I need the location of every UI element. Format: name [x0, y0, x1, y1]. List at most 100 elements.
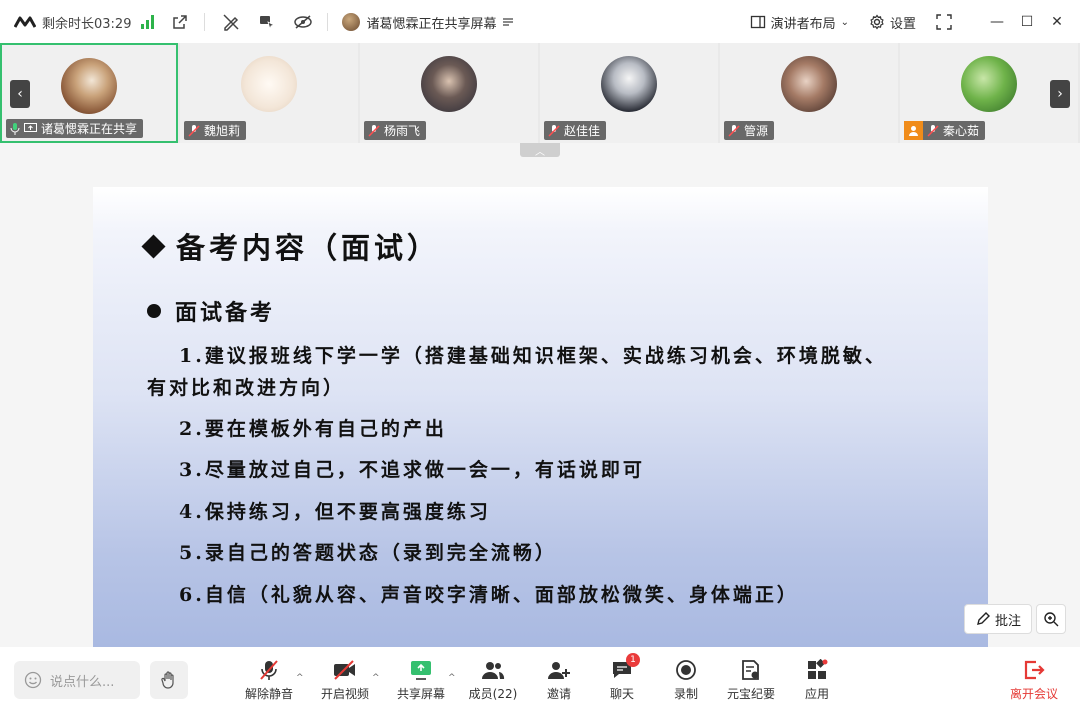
video-off-icon: [333, 659, 357, 681]
slide-item: 1.建议报班线下学一学（搭建基础知识框架、实战练习机会、环境脱敏、: [179, 345, 887, 367]
slide-item: 4.保持练习，但不要高强度练习: [179, 501, 491, 523]
share-label: 共享屏幕: [396, 687, 445, 701]
bullet-icon: [147, 304, 161, 318]
screen-share-icon: [24, 123, 37, 132]
record-label: 录制: [673, 687, 698, 701]
mic-off-icon: [188, 124, 200, 137]
next-participants-button[interactable]: ›: [1050, 80, 1070, 108]
chevron-up-icon[interactable]: ^: [372, 673, 380, 683]
shared-screen: 备考内容（面试） 面试备考 1.建议报班线下学一学（搭建基础知识框架、实战练习机…: [0, 143, 1080, 647]
ai-notes-icon: [739, 659, 763, 681]
apps-button[interactable]: 应用: [782, 659, 852, 705]
record-button[interactable]: 录制: [651, 659, 721, 705]
gear-icon: [870, 14, 884, 30]
avatar: [781, 56, 837, 112]
leave-meeting-button[interactable]: 离开会议: [999, 659, 1069, 705]
divider: [204, 13, 206, 31]
video-label: 开启视频: [320, 687, 369, 701]
members-button[interactable]: 成员(22): [458, 659, 528, 705]
chevron-right-icon: ›: [1057, 86, 1063, 102]
yuanbao-notes-button[interactable]: 元宝纪要: [716, 659, 786, 705]
slide-subtitle-text: 面试备考: [175, 300, 276, 326]
raise-hand-icon: [161, 671, 174, 689]
share-screen-icon: [409, 659, 433, 681]
prev-participants-button[interactable]: ‹: [10, 80, 30, 108]
mic-off-icon: [728, 124, 740, 137]
chat-label: 聊天: [609, 687, 634, 701]
close-window-button[interactable]: ✕: [1042, 0, 1072, 44]
collapse-strip-button[interactable]: ︿: [520, 143, 560, 158]
mic-off-icon: [548, 124, 560, 137]
presentation-slide: 备考内容（面试） 面试备考 1.建议报班线下学一学（搭建基础知识框架、实战练习机…: [93, 187, 988, 647]
network-signal-icon[interactable]: [141, 15, 155, 29]
chat-button[interactable]: 1 聊天: [587, 653, 657, 705]
participant-strip: 诸葛愢霖正在共享 魏旭莉 杨雨飞 赵佳佳 管源 秦心茹 ‹ ›: [0, 43, 1080, 143]
quick-chat-input[interactable]: 说点什么...: [14, 661, 140, 699]
slide-item: 3.尽量放过自己，不追求做一会一，有话说即可: [179, 459, 645, 481]
menu-lines-icon: [503, 18, 514, 26]
zoom-in-icon: [1044, 612, 1059, 627]
unmute-button[interactable]: 解除静音: [234, 659, 304, 705]
chevron-down-icon: ⌄: [840, 16, 849, 28]
annotate-label: 批注: [994, 613, 1021, 629]
hide-icon[interactable]: [293, 12, 313, 32]
chat-badge: 1: [626, 653, 640, 667]
participant-name: 秦心茹: [943, 124, 980, 138]
apps-label: 应用: [804, 687, 829, 701]
layout-button[interactable]: 演讲者布局 ⌄: [750, 13, 849, 32]
layout-icon: [750, 15, 765, 29]
exit-icon: [1022, 659, 1046, 681]
divider: [327, 13, 329, 31]
slide-item: 2.要在模板外有自己的产出: [179, 418, 447, 440]
unmute-label: 解除静音: [244, 687, 293, 701]
participant-name: 杨雨飞: [384, 124, 421, 138]
participant-name: 诸葛愢霖正在共享: [41, 122, 138, 136]
participant-tile[interactable]: 魏旭莉: [180, 43, 358, 143]
leave-label: 离开会议: [1009, 687, 1058, 701]
sharer-avatar: [342, 13, 361, 31]
avatar: [241, 56, 297, 112]
slide-item: 有对比和改进方向）: [147, 377, 346, 399]
remote-control-icon[interactable]: [257, 12, 277, 32]
settings-label: 设置: [889, 16, 916, 32]
add-user-icon: [547, 659, 571, 681]
slide-title: 备考内容（面试）: [141, 225, 441, 267]
participant-namebar: 魏旭莉: [184, 121, 247, 140]
avatar: [421, 56, 477, 112]
participant-tile[interactable]: 管源: [720, 43, 898, 143]
settings-button[interactable]: 设置: [869, 13, 916, 32]
slide-item: 5.录自己的答题状态（录到完全流畅）: [179, 542, 557, 564]
slide-title-text: 备考内容（面试）: [176, 231, 441, 265]
chevron-up-icon[interactable]: ^: [296, 673, 304, 683]
members-label: 成员(22): [468, 687, 518, 701]
minimize-button[interactable]: —: [982, 0, 1012, 44]
bottom-toolbar: 说点什么... 解除静音 ^ 开启视频 ^ 共享屏幕 ^ 成员(22) 邀请 1…: [0, 647, 1080, 712]
participant-namebar: 秦心茹: [904, 121, 986, 140]
chevron-up-icon[interactable]: ^: [448, 673, 456, 683]
raise-hand-button[interactable]: [150, 661, 188, 699]
annotate-button[interactable]: 批注: [964, 604, 1032, 634]
start-video-button[interactable]: 开启视频: [310, 659, 380, 705]
fullscreen-icon[interactable]: [936, 14, 952, 30]
avatar: [601, 56, 657, 112]
emoji-icon: [24, 671, 42, 689]
share-screen-button[interactable]: 共享屏幕: [386, 659, 456, 705]
avatar: [961, 56, 1017, 112]
participant-name: 赵佳佳: [564, 124, 601, 138]
invite-button[interactable]: 邀请: [524, 659, 594, 705]
maximize-button[interactable]: ☐: [1012, 0, 1042, 44]
sharing-indicator[interactable]: 诸葛愢霖正在共享屏幕: [342, 13, 514, 32]
invite-label: 邀请: [546, 687, 571, 701]
tencent-meeting-logo-icon: [14, 15, 36, 29]
participant-tile[interactable]: 杨雨飞: [360, 43, 538, 143]
zoom-button[interactable]: [1036, 604, 1066, 634]
popout-icon[interactable]: [170, 12, 190, 32]
members-icon: [481, 659, 505, 681]
annotation-off-icon[interactable]: [221, 12, 241, 32]
participant-namebar: 杨雨飞: [364, 121, 427, 140]
participant-tile[interactable]: 赵佳佳: [540, 43, 718, 143]
participant-namebar: 赵佳佳: [544, 121, 607, 140]
avatar: [61, 58, 117, 114]
chat-placeholder: 说点什么...: [50, 674, 115, 690]
chat-icon: 1: [610, 653, 640, 681]
